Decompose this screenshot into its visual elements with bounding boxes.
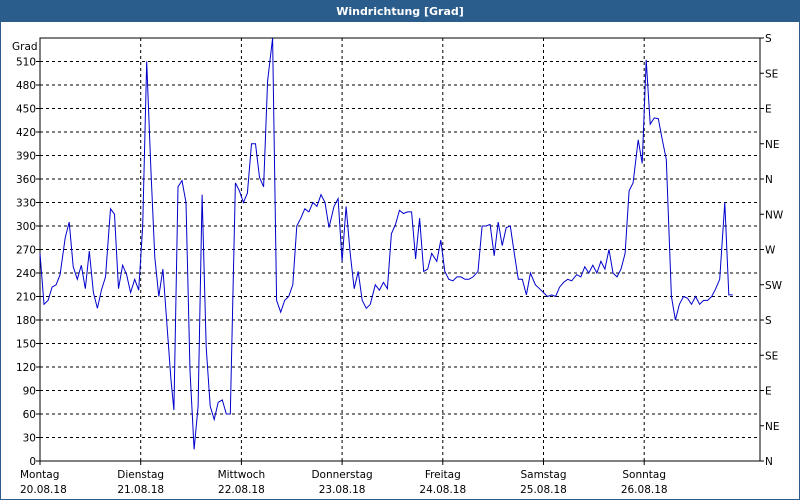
- series-line: [39, 37, 733, 450]
- y-tick-label: 300: [16, 221, 36, 233]
- right-tick-label: S: [765, 315, 772, 327]
- x-tick-date: 20.08.18: [20, 484, 67, 496]
- wind-direction-chart: 0 30 60 90 120 150 180 210 240 270 300 330 360 390 420…: [12, 33, 784, 496]
- y-tick-label: 390: [16, 151, 36, 163]
- x-tick-day: Montag: [20, 469, 59, 481]
- right-tick-label: NE: [765, 421, 780, 433]
- tick-marks: [36, 37, 764, 465]
- y-tick-label: 510: [16, 57, 36, 69]
- right-tick-label: NE: [765, 139, 780, 151]
- right-tick-label: NW: [765, 209, 784, 221]
- y-tick-label: 0: [29, 456, 36, 468]
- x-tick-day: Samstag: [520, 469, 566, 481]
- y-tick-label: 360: [16, 174, 36, 186]
- y-tick-label: 180: [16, 315, 36, 327]
- y-tick-label: 150: [16, 339, 36, 351]
- right-tick-label: S: [765, 33, 772, 45]
- right-tick-label: E: [765, 104, 772, 116]
- right-tick-label: SE: [765, 68, 778, 80]
- x-axis-labels: Montag 20.08.18 Dienstag 21.08.18 Mittwoch 22…: [20, 469, 668, 496]
- y-tick-label: 30: [23, 433, 36, 445]
- y-axis-title: Grad: [12, 41, 38, 53]
- right-tick-label: SE: [765, 350, 778, 362]
- x-tick-date: 26.08.18: [621, 484, 668, 496]
- x-tick-date: 25.08.18: [520, 484, 567, 496]
- y-tick-label: 210: [16, 292, 36, 304]
- x-tick-day: Dienstag: [117, 469, 164, 481]
- y-tick-label: 60: [23, 409, 36, 421]
- x-tick-date: 24.08.18: [419, 484, 466, 496]
- y-tick-label: 120: [16, 362, 36, 374]
- y-tick-label: 450: [16, 104, 36, 116]
- y-tick-label: 330: [16, 198, 36, 210]
- x-tick-date: 21.08.18: [117, 484, 164, 496]
- y-tick-label: 90: [23, 386, 36, 398]
- x-tick-day: Freitag: [425, 469, 461, 481]
- right-tick-label: N: [765, 174, 773, 186]
- y-tick-label: 420: [16, 127, 36, 139]
- x-tick-date: 23.08.18: [319, 484, 366, 496]
- x-tick-day: Donnerstag: [311, 469, 372, 481]
- y-tick-label: 240: [16, 268, 36, 280]
- right-tick-label: N: [765, 456, 773, 468]
- right-tick-label: E: [765, 386, 772, 398]
- left-axis-labels: 0 30 60 90 120 150 180 210 240 270 300 330 360 390 420…: [16, 57, 36, 469]
- x-tick-day: Sonntag: [622, 469, 666, 481]
- right-tick-label: W: [765, 245, 776, 257]
- y-tick-label: 270: [16, 245, 36, 257]
- y-tick-label: 480: [16, 80, 36, 92]
- right-axis-labels: N NE E SE S SW W NW N NE E SE S: [765, 33, 784, 468]
- right-tick-label: SW: [765, 280, 783, 292]
- x-tick-day: Mittwoch: [218, 469, 266, 481]
- x-tick-date: 22.08.18: [218, 484, 265, 496]
